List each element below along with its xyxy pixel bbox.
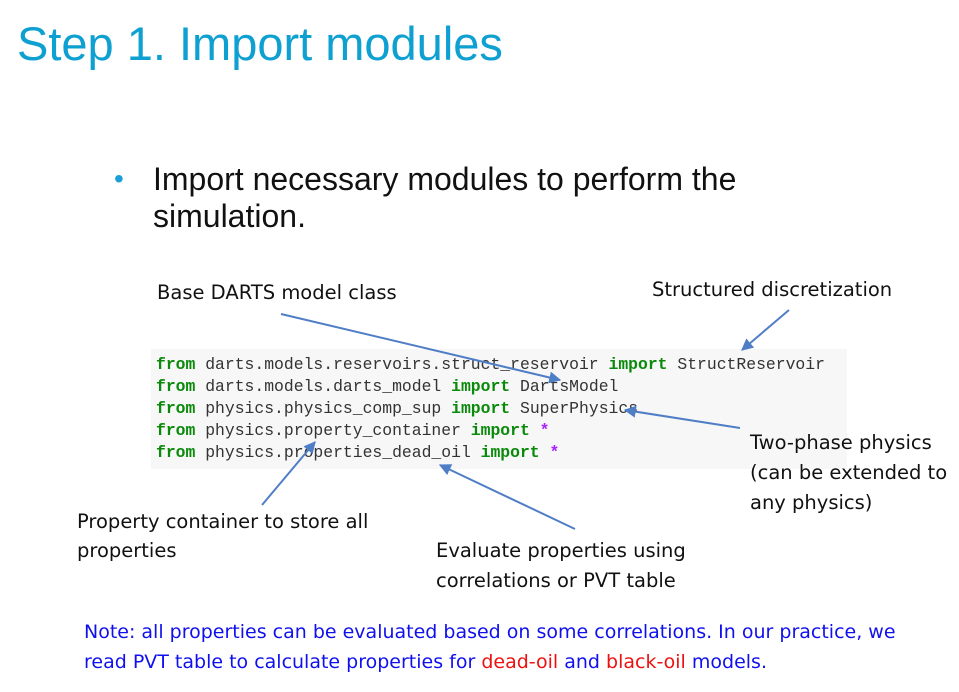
arrow-evaluate — [438, 464, 576, 530]
annotation-arrows — [261, 309, 790, 530]
note-and: and — [558, 651, 607, 673]
arrow-structured — [741, 309, 790, 351]
note-models: models. — [685, 651, 767, 673]
arrow-two-phase — [623, 405, 741, 429]
note-dead-oil: dead-oil — [481, 651, 559, 673]
arrow-base-model — [280, 313, 562, 384]
arrow-property-container — [261, 441, 316, 506]
note-black-oil: black-oil — [606, 651, 686, 673]
footnote: Note: all properties can be evaluated ba… — [84, 617, 944, 677]
